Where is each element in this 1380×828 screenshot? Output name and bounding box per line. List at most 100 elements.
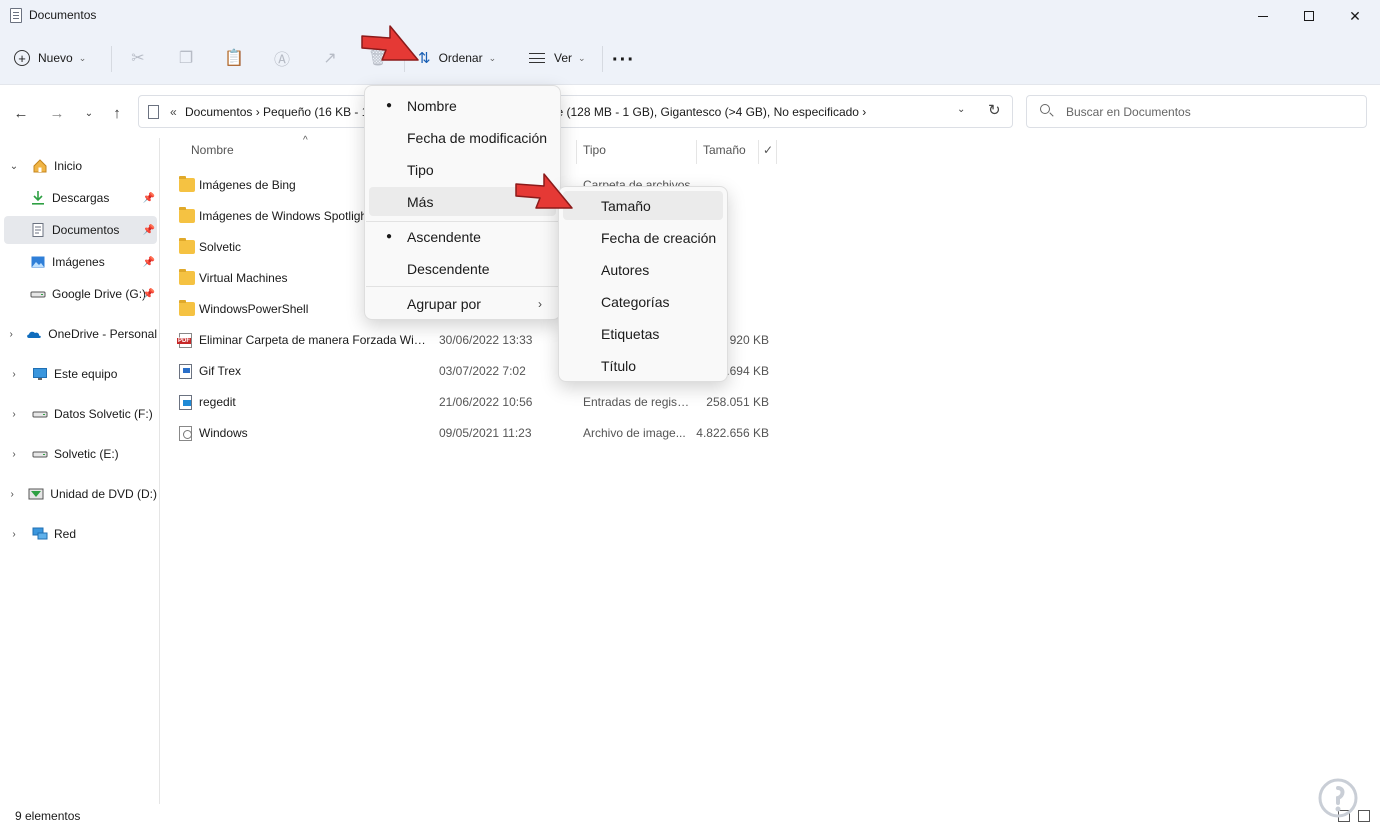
pin-icon[interactable]: 📌 [143, 225, 155, 236]
navigation-pane: ⌄ Inicio Descargas 📌 Documentos 📌 Imágen… [0, 138, 160, 804]
command-bar: + Nuevo ⌄ ✂ ❐ 📋 Ⓐ ↗ 🗑 ⇅ Ordenar ⌄ Ver ⌄ … [0, 32, 1380, 85]
chevron-down-icon[interactable]: ⌄ [957, 104, 965, 115]
menu-item-ascending[interactable]: ● Ascendente [369, 222, 556, 251]
chevron-right-icon[interactable]: › [6, 489, 18, 500]
paste-icon[interactable]: 📋 [223, 47, 245, 69]
documents-app-icon [10, 8, 22, 23]
window-title: Documentos [29, 8, 97, 22]
file-type: Archivo de image... [583, 426, 686, 440]
forward-button[interactable]: → [46, 102, 68, 124]
menu-item-sort-name[interactable]: ● Nombre [369, 91, 556, 120]
column-header-size[interactable]: Tamaño [703, 143, 746, 163]
view-button-label: Ver [554, 51, 573, 65]
menu-item-descending[interactable]: Descendente [369, 254, 556, 283]
sidebar-item-documentos[interactable]: Documentos 📌 [4, 216, 157, 244]
chevron-right-icon[interactable]: › [6, 449, 22, 460]
menu-item-title[interactable]: Título [563, 351, 723, 380]
chevron-right-icon[interactable]: › [6, 409, 22, 420]
menu-item-label: Categorías [601, 293, 670, 310]
chevron-right-icon[interactable]: › [6, 369, 22, 380]
red-arrow-icon [515, 173, 573, 209]
column-divider[interactable] [776, 140, 777, 164]
title-bar: Documentos ✕ [0, 0, 1380, 32]
solvetic-watermark-logo [1318, 778, 1358, 818]
menu-item-sort-date-modified[interactable]: Fecha de modificación [369, 123, 556, 152]
sidebar-item-label: Red [54, 527, 77, 541]
refresh-icon[interactable]: ↻ [988, 101, 1001, 119]
sidebar-item-datos-solvetic[interactable]: › Datos Solvetic (F:) [4, 400, 157, 428]
menu-item-authors[interactable]: Autores [563, 255, 723, 284]
close-button[interactable]: ✕ [1332, 0, 1378, 32]
sidebar-item-red[interactable]: › Red [4, 520, 157, 548]
cut-icon[interactable]: ✂ [127, 47, 149, 69]
registry-file-icon [179, 395, 192, 410]
chevron-right-icon[interactable]: › [6, 529, 22, 540]
column-divider[interactable] [696, 140, 697, 164]
sidebar-item-onedrive[interactable]: › OneDrive - Personal [4, 320, 157, 348]
sidebar-item-inicio[interactable]: ⌄ Inicio [4, 152, 157, 180]
menu-item-date-created[interactable]: Fecha de creación [563, 223, 723, 252]
sidebar-item-label: Inicio [54, 159, 83, 173]
menu-item-label: Fecha de creación [601, 229, 717, 246]
selected-bullet-icon: ● [386, 231, 393, 242]
sort-button[interactable]: ⇅ Ordenar ⌄ [418, 44, 496, 72]
chevron-down-icon[interactable]: ⌄ [6, 161, 22, 172]
toolbar-divider [602, 46, 603, 72]
column-header-name[interactable]: Nombre [191, 143, 234, 163]
breadcrumb-overflow[interactable]: « [170, 105, 177, 119]
pin-icon[interactable]: 📌 [143, 257, 155, 268]
menu-item-label: Fecha de modificación [407, 129, 548, 146]
chevron-right-icon[interactable]: › [6, 329, 16, 340]
pin-icon[interactable]: 📌 [143, 289, 155, 300]
chevron-down-icon: ⌄ [78, 52, 87, 63]
menu-item-label: Autores [601, 261, 650, 278]
folder-icon [179, 300, 195, 316]
list-item[interactable]: regedit 21/06/2022 10:56 Entradas de reg… [176, 388, 776, 416]
maximize-button[interactable] [1286, 0, 1332, 32]
menu-item-group-by[interactable]: Agrupar por › [369, 289, 556, 318]
list-item[interactable]: Windows 09/05/2021 11:23 Archivo de imag… [176, 419, 776, 447]
column-divider[interactable] [758, 140, 759, 164]
address-bar[interactable]: « Documentos › Pequeño (16 KB - 1 MB), M… [138, 95, 1013, 128]
menu-item-size[interactable]: Tamaño [563, 191, 723, 220]
chevron-down-icon: ⌄ [578, 52, 586, 63]
more-options-button[interactable]: ··· [612, 46, 635, 74]
chevron-right-icon: › [538, 296, 542, 311]
column-header-type[interactable]: Tipo [583, 143, 606, 163]
menu-item-tags[interactable]: Etiquetas [563, 319, 723, 348]
breadcrumb[interactable]: Documentos › Pequeño (16 KB - 1 MB), Med… [185, 105, 975, 119]
up-button[interactable]: ↑ [106, 102, 128, 124]
sidebar-item-descargas[interactable]: Descargas 📌 [4, 184, 157, 212]
view-button[interactable]: Ver ⌄ [529, 44, 586, 72]
column-divider[interactable] [576, 140, 577, 164]
file-date: 30/06/2022 13:33 [439, 333, 533, 347]
file-type: Entradas de registro [583, 395, 691, 409]
gif-file-icon [179, 364, 192, 379]
menu-item-categories[interactable]: Categorías [563, 287, 723, 316]
pin-icon[interactable]: 📌 [143, 193, 155, 204]
pictures-icon [30, 254, 46, 270]
sidebar-item-solvetic-e[interactable]: › Solvetic (E:) [4, 440, 157, 468]
share-icon[interactable]: ↗ [319, 47, 341, 69]
search-input[interactable]: Buscar en Documentos [1026, 95, 1367, 128]
new-button[interactable]: + Nuevo ⌄ [14, 44, 86, 72]
rename-icon[interactable]: Ⓐ [271, 47, 293, 69]
sidebar-item-este-equipo[interactable]: › Este equipo [4, 360, 157, 388]
pane-divider[interactable] [159, 138, 160, 804]
sidebar-item-label: Imágenes [52, 255, 105, 269]
copy-icon[interactable]: ❐ [175, 47, 197, 69]
sidebar-item-google-drive[interactable]: Google Drive (G:) 📌 [4, 280, 157, 308]
close-icon: ✕ [1349, 7, 1361, 24]
sidebar-item-imagenes[interactable]: Imágenes 📌 [4, 248, 157, 276]
column-options-checkmark-icon[interactable]: ✓ [763, 143, 773, 163]
sidebar-item-label: OneDrive - Personal [48, 327, 157, 341]
recent-locations-button[interactable]: ⌄ [78, 102, 100, 124]
file-name: Eliminar Carpeta de manera Forzada Win..… [199, 333, 429, 347]
arrow-up-icon: ↑ [113, 104, 121, 122]
menu-item-label: Título [601, 357, 637, 374]
menu-separator [366, 286, 561, 287]
back-button[interactable]: ← [10, 102, 32, 124]
sidebar-item-dvd[interactable]: › Unidad de DVD (D:) [4, 480, 157, 508]
minimize-button[interactable] [1240, 0, 1286, 32]
file-date: 21/06/2022 10:56 [439, 395, 533, 409]
